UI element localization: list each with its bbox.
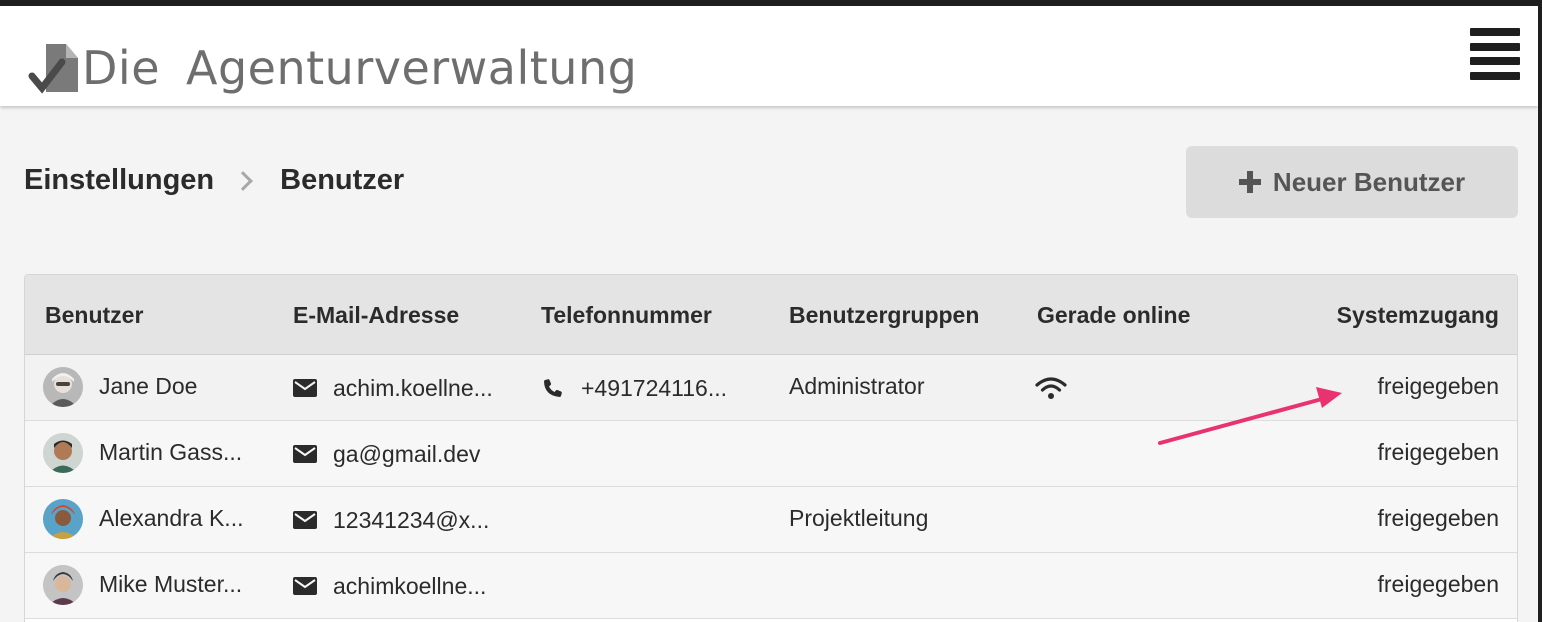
app-logo[interactable]: Die Agenturverwaltung: [26, 32, 637, 96]
avatar: [43, 499, 83, 539]
email-cell[interactable]: 12341234@x...: [293, 487, 489, 553]
logo-text-agenturverwaltung: Agenturverwaltung: [186, 41, 638, 95]
logo-text: Die Agenturverwaltung: [82, 40, 637, 96]
column-header-email[interactable]: E-Mail-Adresse: [293, 275, 459, 355]
logo-text-die: Die: [82, 41, 161, 95]
hamburger-menu-icon[interactable]: [1470, 28, 1520, 80]
access-status: freigegeben: [1377, 439, 1500, 465]
user-name[interactable]: Mike Muster...: [99, 553, 242, 619]
table-row[interactable]: Martin Gass... ga@gmail.dev freigegeben: [25, 421, 1517, 487]
table-row[interactable]: Jane Doe achim.koellne... +491724116... …: [25, 355, 1517, 421]
mail-icon: [293, 379, 317, 397]
plus-icon: [1238, 171, 1261, 193]
column-header-online[interactable]: Gerade online: [1037, 275, 1190, 355]
user-name[interactable]: Jane Doe: [99, 355, 197, 421]
access-status: freigegeben: [1377, 373, 1500, 399]
access-status: freigegeben: [1377, 571, 1500, 597]
mail-icon: [293, 577, 317, 595]
logo-icon: [28, 44, 78, 94]
new-user-button[interactable]: Neuer Benutzer: [1186, 146, 1518, 218]
table-row[interactable]: Alexandra K... 12341234@x... Projektleit…: [25, 487, 1517, 553]
column-header-groups[interactable]: Benutzergruppen: [789, 275, 979, 355]
avatar: [43, 565, 83, 605]
app-frame: Die Agenturverwaltung Einstellungen Benut…: [0, 6, 1538, 622]
mail-icon: [293, 511, 317, 529]
online-cell: [1035, 355, 1067, 421]
phone-text: +491724116...: [581, 375, 728, 401]
chevron-right-icon: [233, 170, 254, 191]
column-header-phone[interactable]: Telefonnummer: [541, 275, 712, 355]
user-name[interactable]: Alexandra K...: [99, 487, 243, 553]
wifi-icon: [1035, 377, 1067, 399]
column-header-access[interactable]: Systemzugang: [1337, 275, 1499, 355]
breadcrumb-parent[interactable]: Einstellungen: [24, 164, 214, 197]
new-user-label: Neuer Benutzer: [1272, 166, 1466, 197]
email-cell[interactable]: achimkoellne...: [293, 553, 486, 619]
table-header-row: Benutzer E-Mail-Adresse Telefonnummer Be…: [25, 275, 1517, 355]
email-cell[interactable]: ga@gmail.dev: [293, 421, 480, 487]
mail-icon: [293, 445, 317, 463]
avatar: [43, 367, 83, 407]
user-name[interactable]: Martin Gass...: [99, 421, 242, 487]
email-text: achimkoellne...: [333, 573, 487, 599]
email-cell[interactable]: achim.koellne...: [293, 355, 493, 421]
breadcrumb: Einstellungen Benutzer: [24, 164, 404, 197]
phone-icon: [544, 379, 562, 397]
column-header-user[interactable]: Benutzer: [45, 275, 143, 355]
users-table: Benutzer E-Mail-Adresse Telefonnummer Be…: [24, 274, 1518, 622]
email-text: ga@gmail.dev: [333, 441, 481, 467]
access-status: freigegeben: [1377, 505, 1500, 531]
top-header: Die Agenturverwaltung: [0, 6, 1538, 106]
avatar: [43, 433, 83, 473]
group-cell: Projektleitung: [789, 505, 929, 531]
email-text: 12341234@x...: [333, 507, 490, 533]
breadcrumb-current: Benutzer: [280, 164, 405, 196]
phone-cell[interactable]: +491724116...: [541, 355, 727, 421]
email-text: achim.koellne...: [333, 375, 493, 401]
group-cell: Administrator: [789, 373, 925, 399]
table-row[interactable]: Mike Muster... achimkoellne... freigegeb…: [25, 553, 1517, 619]
